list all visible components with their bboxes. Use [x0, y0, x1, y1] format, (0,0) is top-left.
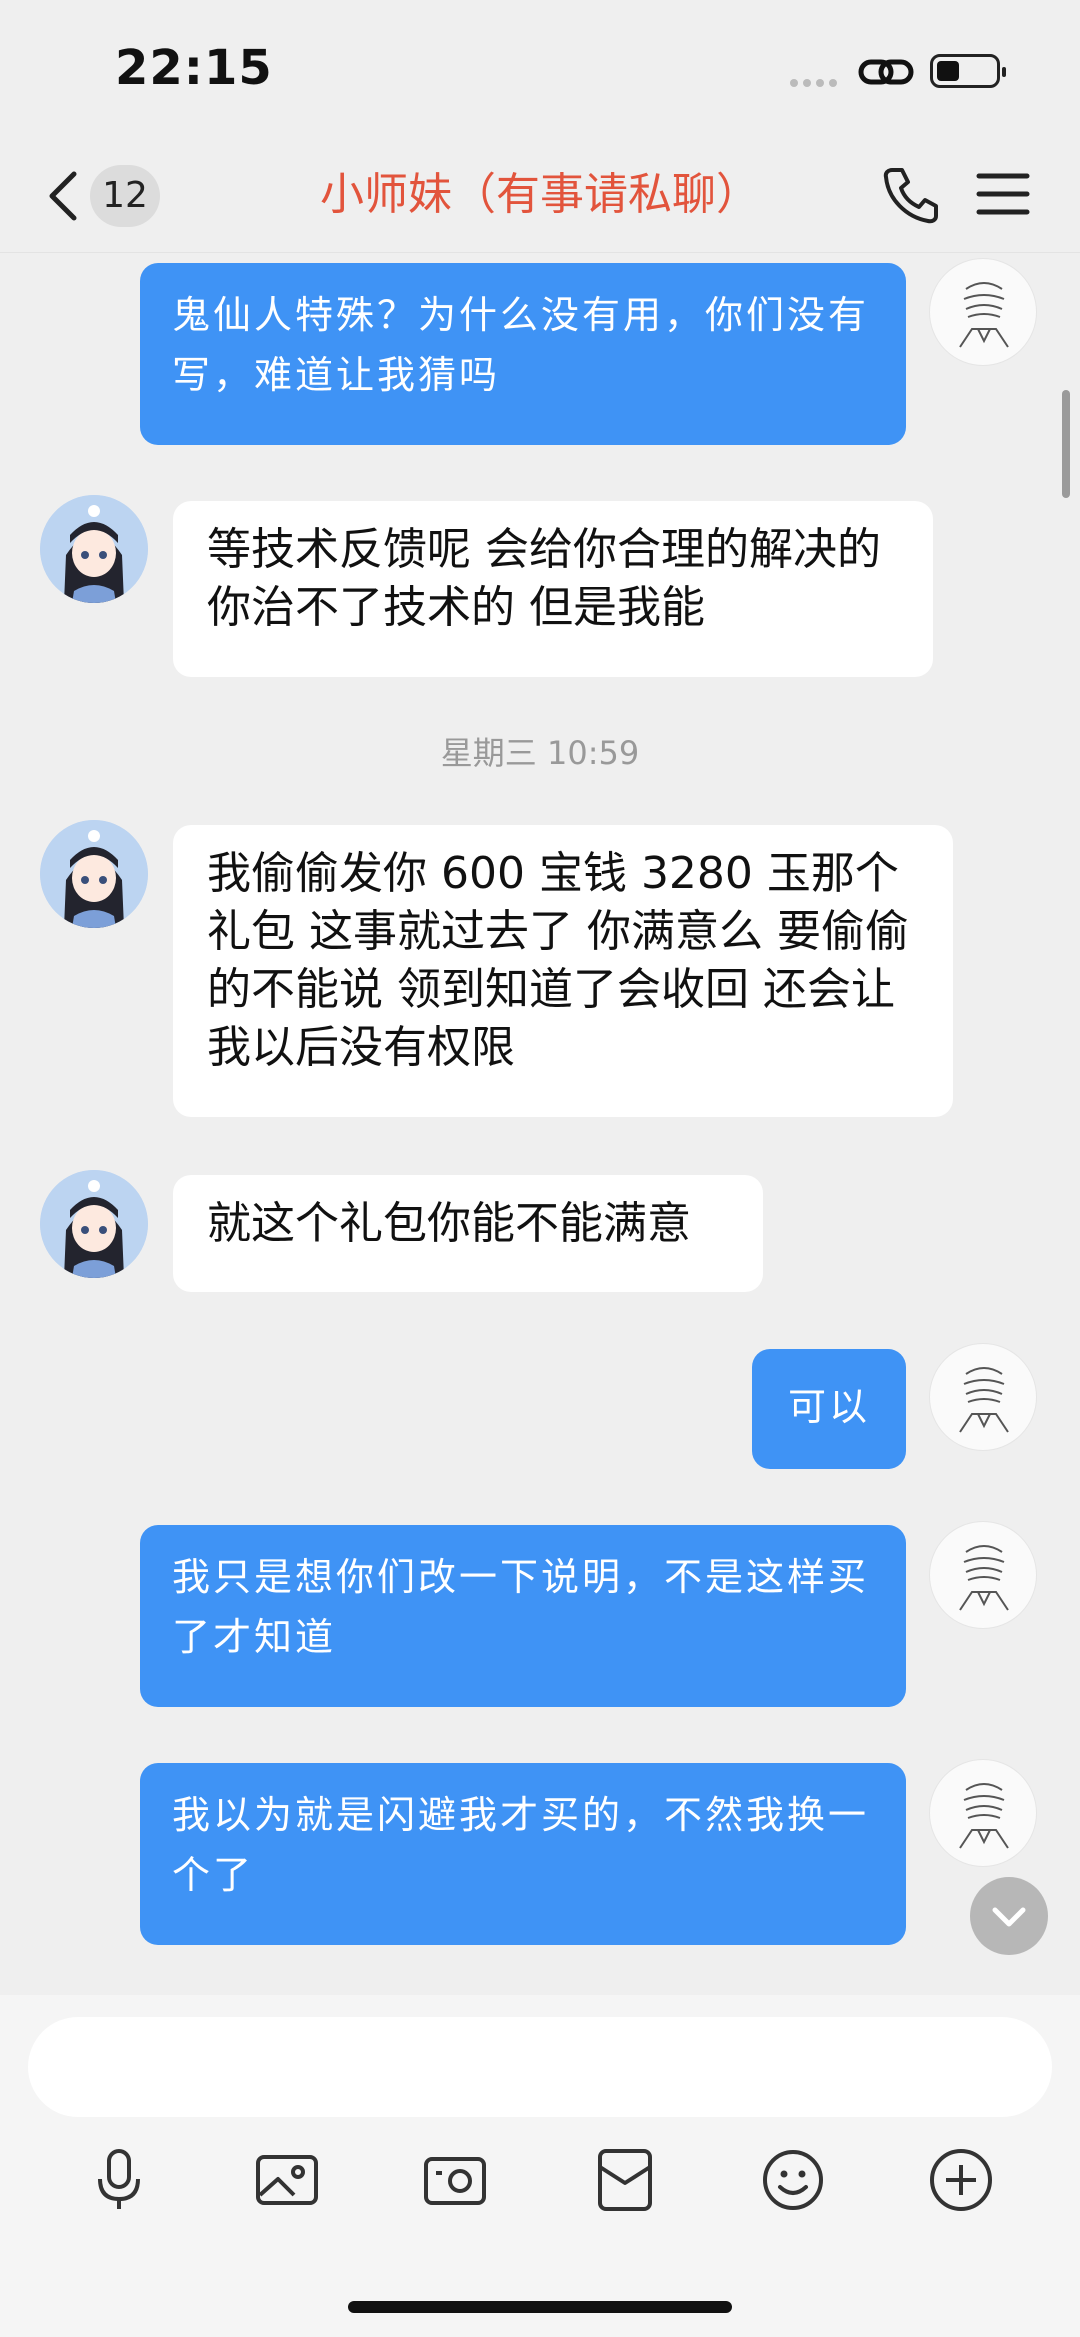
- self-avatar-sketch-icon: [959, 1367, 1009, 1433]
- message-bubble[interactable]: 我以为就是闪避我才买的，不然我换一个了: [140, 1763, 906, 1945]
- link-icon: [858, 59, 914, 85]
- input-area: [0, 1995, 1080, 2337]
- self-avatar-sketch-icon: [959, 1783, 1009, 1849]
- red-packet-icon[interactable]: [590, 2145, 660, 2215]
- avatar[interactable]: [40, 1170, 148, 1278]
- microphone-icon[interactable]: [84, 2145, 154, 2215]
- scroll-indicator[interactable]: [1062, 390, 1070, 498]
- menu-icon[interactable]: [976, 170, 1030, 218]
- scroll-to-bottom-button[interactable]: [970, 1877, 1048, 1955]
- avatar[interactable]: [929, 258, 1037, 366]
- anime-avatar-icon: [40, 1170, 148, 1278]
- chat-header: 12 小师妹（有事请私聊）: [0, 140, 1080, 253]
- message-bubble[interactable]: 我只是想你们改一下说明，不是这样买了才知道: [140, 1525, 906, 1707]
- emoji-icon[interactable]: [758, 2145, 828, 2215]
- avatar[interactable]: [40, 820, 148, 928]
- home-indicator: [348, 2301, 732, 2313]
- message-input[interactable]: [28, 2017, 1052, 2117]
- message-timestamp: 星期三 10:59: [440, 734, 640, 772]
- unread-count-badge[interactable]: 12: [90, 165, 160, 227]
- message-bubble[interactable]: 可以: [752, 1349, 906, 1469]
- message-bubble[interactable]: 等技术反馈呢 会给你合理的解决的 你治不了技术的 但是我能: [173, 501, 933, 677]
- status-bar: 22:15: [0, 0, 1080, 140]
- message-bubble[interactable]: 就这个礼包你能不能满意: [173, 1175, 763, 1292]
- avatar[interactable]: [40, 495, 148, 603]
- avatar[interactable]: [929, 1759, 1037, 1867]
- image-icon[interactable]: [252, 2145, 322, 2215]
- avatar[interactable]: [929, 1521, 1037, 1629]
- back-icon[interactable]: [44, 168, 84, 224]
- message-bubble[interactable]: 我偷偷发你 600 宝钱 3280 玉那个礼包 这事就过去了 你满意么 要偷偷的…: [173, 825, 953, 1117]
- anime-avatar-icon: [40, 820, 148, 928]
- anime-avatar-icon: [40, 495, 148, 603]
- phone-icon[interactable]: [882, 164, 938, 224]
- self-avatar-sketch-icon: [959, 1545, 1009, 1611]
- message-bubble[interactable]: 鬼仙人特殊？为什么没有用，你们没有写，难道让我猜吗: [140, 263, 906, 445]
- battery-icon: [930, 54, 1006, 88]
- camera-icon[interactable]: [420, 2145, 490, 2215]
- chevron-down-icon: [992, 1907, 1026, 1927]
- chat-title[interactable]: 小师妹（有事请私聊）: [180, 162, 900, 228]
- self-avatar-sketch-icon: [959, 282, 1009, 348]
- plus-icon[interactable]: [926, 2145, 996, 2215]
- avatar[interactable]: [929, 1343, 1037, 1451]
- signal-icon: [790, 72, 844, 87]
- status-time: 22:15: [115, 40, 273, 96]
